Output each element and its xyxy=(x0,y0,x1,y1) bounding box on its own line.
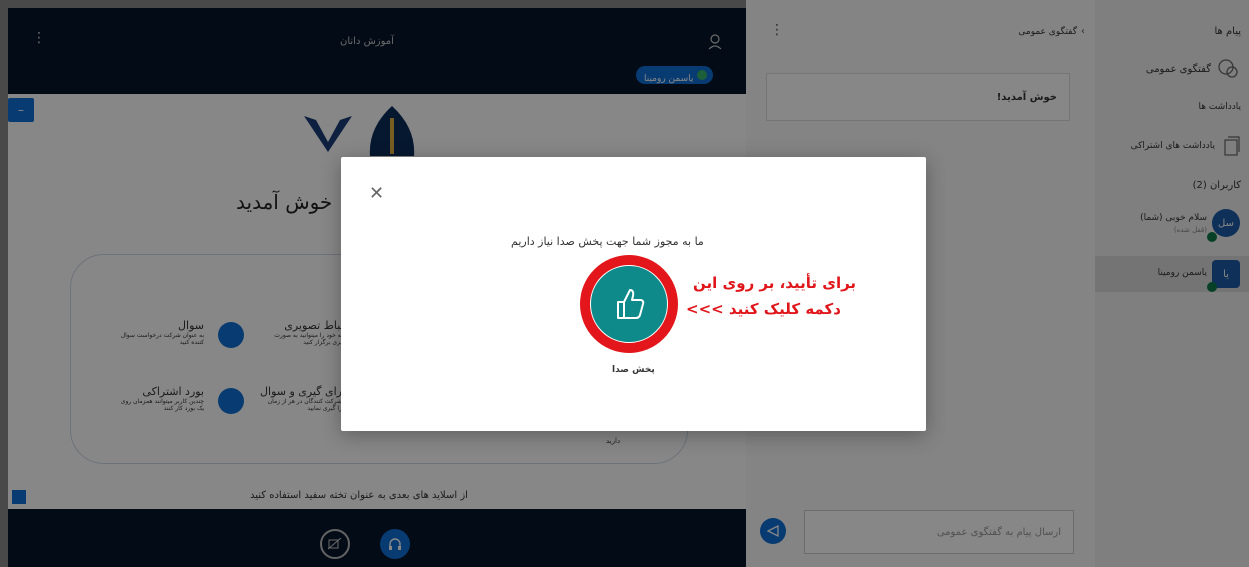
close-icon[interactable]: ✕ xyxy=(369,183,384,204)
audio-permission-modal: ✕ ما به مجوز شما جهت پخش صدا نیاز داریم … xyxy=(341,157,926,431)
thumbs-up-icon xyxy=(617,289,645,319)
play-audio-button[interactable] xyxy=(580,255,678,353)
play-audio-label: پخش صدا xyxy=(612,365,655,375)
annotation-line2: دکمه کلیک کنید >>> xyxy=(686,300,841,318)
play-audio-inner xyxy=(590,265,668,343)
annotation-line1: برای تأیید، بر روی این xyxy=(693,274,857,292)
modal-message: ما به مجوز شما جهت پخش صدا نیاز داریم xyxy=(511,235,704,248)
